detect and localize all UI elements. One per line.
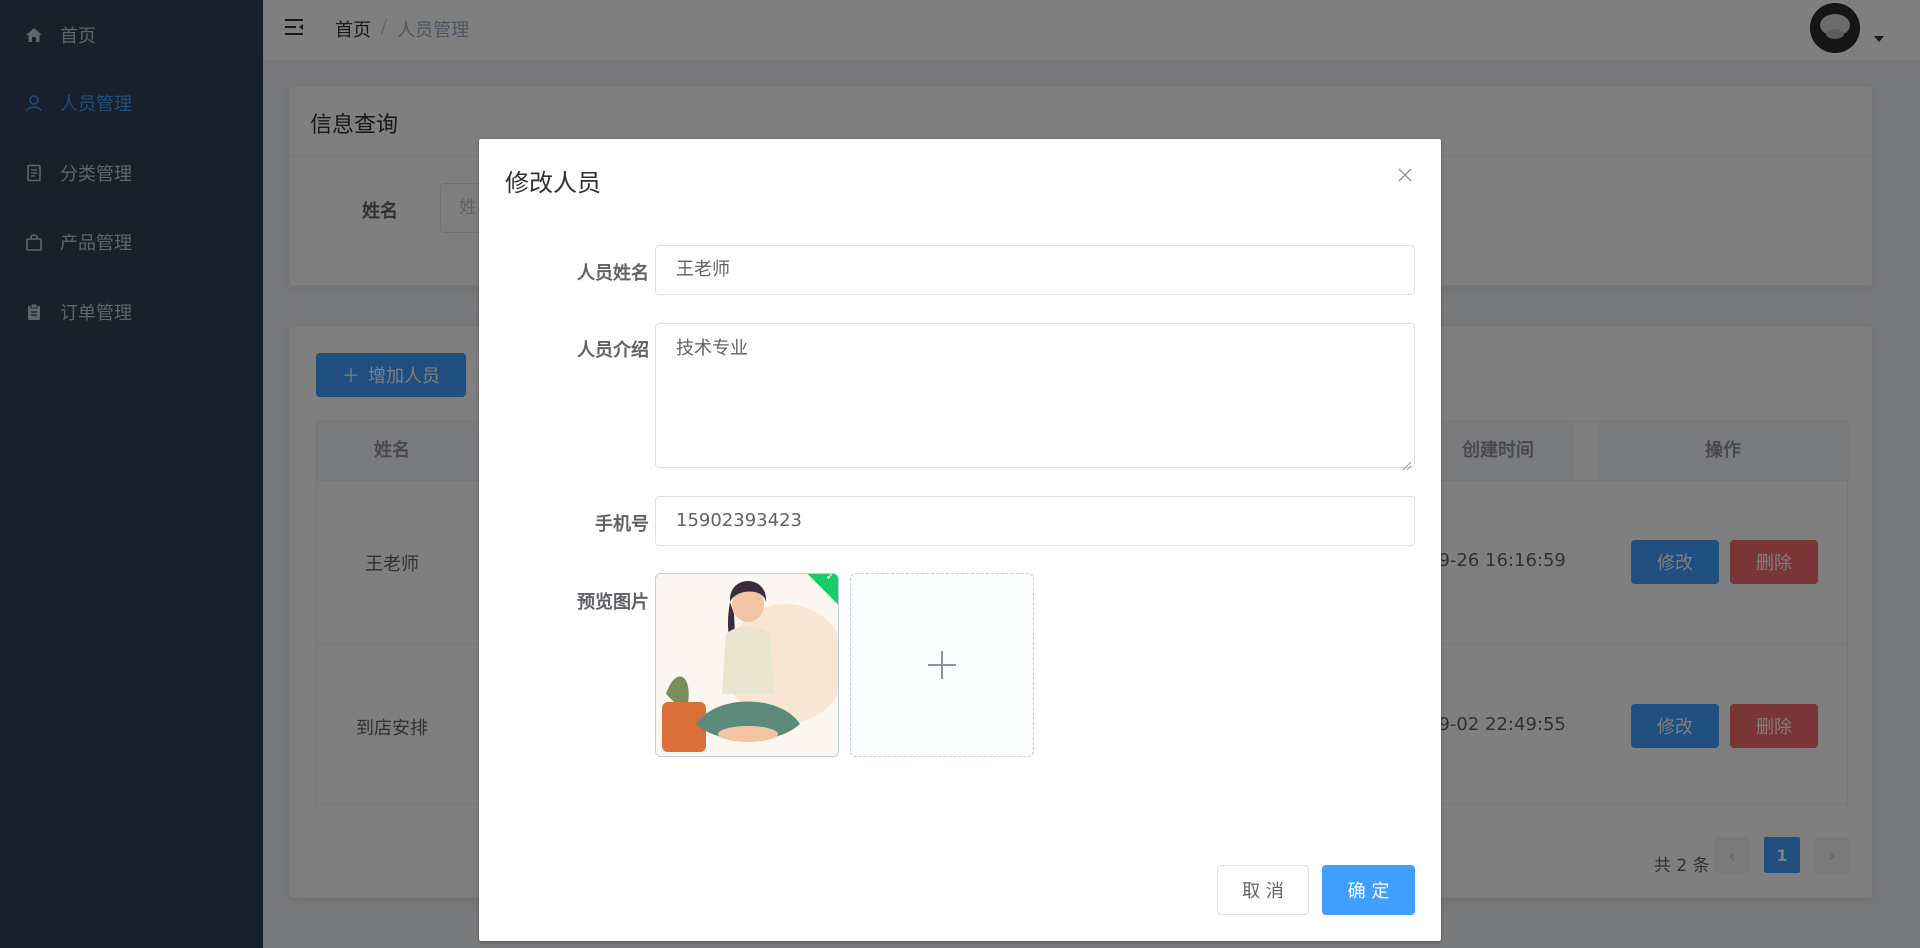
confirm-button[interactable]: 确 定 [1322, 865, 1415, 915]
plus-icon [928, 651, 956, 679]
edit-staff-dialog: 修改人员 人员姓名 王老师 人员介绍 技术专业 手机号 15902393423 … [479, 139, 1441, 941]
staff-name-input[interactable]: 王老师 [655, 245, 1415, 295]
resize-handle-icon[interactable] [1402, 455, 1412, 471]
staff-phone-input[interactable]: 15902393423 [655, 496, 1415, 546]
staff-intro-textarea[interactable]: 技术专业 [655, 323, 1415, 471]
staff-intro-value: 技术专业 [676, 338, 748, 359]
staff-phone-label: 手机号 [595, 514, 649, 535]
check-icon: ✓ [825, 573, 837, 584]
close-icon[interactable] [1397, 167, 1417, 187]
uploaded-image-card[interactable]: ✓ [655, 573, 839, 757]
dialog-title: 修改人员 [505, 169, 601, 197]
preview-image-label: 预览图片 [577, 592, 649, 613]
meditating-woman-image [656, 574, 838, 756]
cancel-button[interactable]: 取 消 [1217, 865, 1309, 915]
upload-image-button[interactable] [850, 573, 1034, 757]
staff-intro-label: 人员介绍 [577, 340, 649, 361]
staff-name-label: 人员姓名 [577, 263, 649, 284]
